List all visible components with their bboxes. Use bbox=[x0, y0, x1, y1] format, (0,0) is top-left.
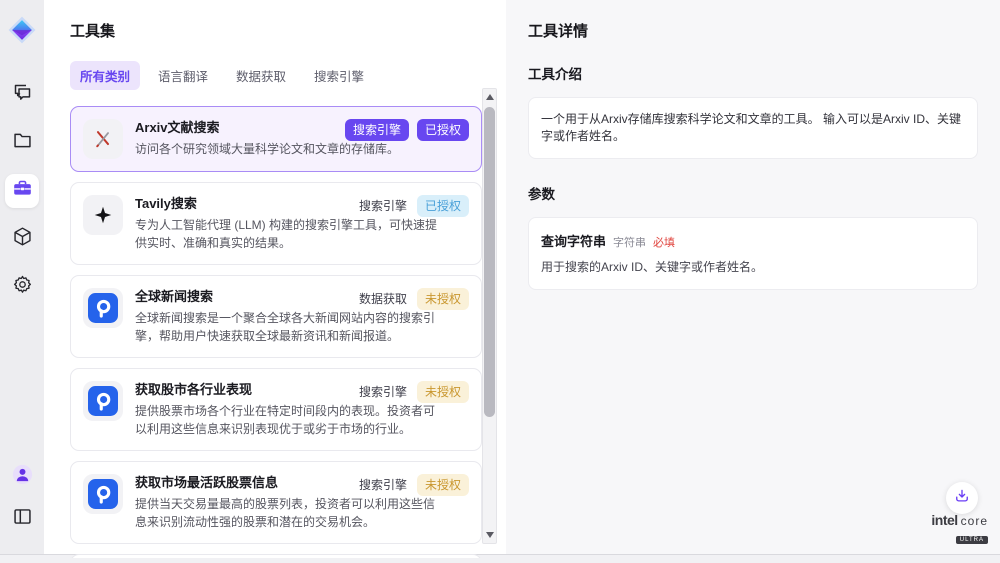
chat-icon bbox=[12, 82, 33, 108]
intro-box: 一个用于从Arxiv存储库搜索科学论文和文章的工具。 输入可以是Arxiv ID… bbox=[528, 97, 978, 159]
tool-description: 专为人工智能代理 (LLM) 构建的搜索引擎工具，可快速提供实时、准确和真实的结… bbox=[135, 216, 437, 252]
intro-heading: 工具介绍 bbox=[528, 63, 978, 83]
tool-auth-badge: 未授权 bbox=[417, 288, 469, 310]
layout-panel-icon bbox=[12, 506, 33, 532]
sidebar-item-settings[interactable] bbox=[5, 270, 39, 304]
core-wordmark: core bbox=[961, 514, 988, 528]
params-heading: 参数 bbox=[528, 183, 978, 203]
search-blue-icon bbox=[83, 381, 123, 421]
search-blue-icon bbox=[83, 288, 123, 328]
scrollbar-up-icon[interactable] bbox=[486, 94, 494, 100]
tool-auth-badge: 未授权 bbox=[417, 381, 469, 403]
tool-description: 提供股票市场各个行业在特定时间段内的表现。投资者可以利用这些信息来识别表现优于或… bbox=[135, 402, 437, 438]
scrollbar-thumb[interactable] bbox=[484, 107, 495, 417]
param-box: 查询字符串 字符串 必填 用于搜索的Arxiv ID、关键字或作者姓名。 bbox=[528, 217, 978, 290]
ultra-badge: ULTRA bbox=[956, 536, 988, 544]
search-blue-icon bbox=[83, 474, 123, 514]
arxiv-icon bbox=[83, 119, 123, 159]
avatar-icon bbox=[12, 464, 33, 490]
sidebar-item-chat[interactable] bbox=[5, 78, 39, 112]
tool-category-badge: 搜索引擎 bbox=[357, 381, 409, 403]
cube-icon bbox=[12, 226, 33, 252]
tool-auth-badge: 已授权 bbox=[417, 119, 469, 141]
intro-text: 一个用于从Arxiv存储库搜索科学论文和文章的工具。 输入可以是Arxiv ID… bbox=[541, 111, 965, 145]
tool-card[interactable]: 获取股市各行业表现 提供股票市场各个行业在特定时间段内的表现。投资者可以利用这些… bbox=[70, 368, 482, 451]
sidebar bbox=[0, 0, 44, 554]
tool-card[interactable]: 万维地区新闻查询 查询具体行政区划内的新闻，快速了解各地新闻动 搜索引擎 未授权 bbox=[70, 554, 482, 558]
download-button[interactable] bbox=[946, 482, 978, 514]
tool-description: 访问各个研究领域大量科学论文和文章的存储库。 bbox=[135, 140, 437, 158]
category-tabs: 所有类别语言翻译数据获取搜索引擎 bbox=[70, 61, 506, 90]
tab-1[interactable]: 语言翻译 bbox=[148, 61, 218, 90]
tab-0[interactable]: 所有类别 bbox=[70, 61, 140, 90]
tavily-icon bbox=[83, 195, 123, 235]
tab-3[interactable]: 搜索引擎 bbox=[304, 61, 374, 90]
app-window: 工具集 所有类别语言翻译数据获取搜索引擎 Arxiv文献搜索 访问各个研究领域大… bbox=[0, 0, 1000, 555]
tool-category-badge: 数据获取 bbox=[357, 288, 409, 310]
tool-card[interactable]: 获取市场最活跃股票信息 提供当天交易量最高的股票列表，投资者可以利用这些信息来识… bbox=[70, 461, 482, 544]
tool-detail-panel: 工具详情 工具介绍 一个用于从Arxiv存储库搜索科学论文和文章的工具。 输入可… bbox=[506, 0, 1000, 554]
tool-list: Arxiv文献搜索 访问各个研究领域大量科学论文和文章的存储库。 搜索引擎 已授… bbox=[70, 106, 482, 558]
tab-2[interactable]: 数据获取 bbox=[226, 61, 296, 90]
param-description: 用于搜索的Arxiv ID、关键字或作者姓名。 bbox=[541, 259, 965, 276]
tool-card[interactable]: 全球新闻搜索 全球新闻搜索是一个聚合全球各大新闻网站内容的搜索引擎，帮助用户快速… bbox=[70, 275, 482, 358]
tool-list-panel: 工具集 所有类别语言翻译数据获取搜索引擎 Arxiv文献搜索 访问各个研究领域大… bbox=[44, 0, 506, 554]
tool-category-badge: 搜索引擎 bbox=[357, 195, 409, 217]
toolbox-icon bbox=[12, 178, 33, 204]
app-logo-diamond-icon bbox=[8, 16, 36, 44]
sidebar-item-models[interactable] bbox=[5, 222, 39, 256]
tool-category-badge: 搜索引擎 bbox=[345, 119, 409, 141]
scrollbar-down-icon[interactable] bbox=[486, 532, 494, 538]
sidebar-item-files[interactable] bbox=[5, 126, 39, 160]
tool-description: 提供当天交易量最高的股票列表，投资者可以利用这些信息来识别流动性强的股票和潜在的… bbox=[135, 495, 437, 531]
list-scrollbar[interactable] bbox=[482, 88, 497, 544]
detail-title: 工具详情 bbox=[528, 20, 978, 41]
tool-auth-badge: 未授权 bbox=[417, 474, 469, 496]
param-required-badge: 必填 bbox=[653, 234, 675, 250]
intel-core-logo: intel core ULTRA bbox=[931, 512, 988, 546]
sidebar-item-tools[interactable] bbox=[5, 174, 39, 208]
tool-card[interactable]: Arxiv文献搜索 访问各个研究领域大量科学论文和文章的存储库。 搜索引擎 已授… bbox=[70, 106, 482, 172]
tool-card[interactable]: Tavily搜索 专为人工智能代理 (LLM) 构建的搜索引擎工具，可快速提供实… bbox=[70, 182, 482, 265]
param-type: 字符串 bbox=[613, 234, 646, 250]
gear-icon bbox=[12, 274, 33, 300]
tool-description: 全球新闻搜索是一个聚合全球各大新闻网站内容的搜索引擎，帮助用户快速获取全球最新资… bbox=[135, 309, 437, 345]
download-icon bbox=[953, 487, 971, 510]
folder-icon bbox=[12, 130, 33, 156]
tool-category-badge: 搜索引擎 bbox=[357, 474, 409, 496]
intel-wordmark: intel bbox=[931, 512, 957, 528]
sidebar-item-toggle-panel[interactable] bbox=[5, 502, 39, 536]
param-name: 查询字符串 bbox=[541, 231, 606, 250]
tool-auth-badge: 已授权 bbox=[417, 195, 469, 217]
sidebar-item-profile[interactable] bbox=[5, 460, 39, 494]
page-title: 工具集 bbox=[70, 20, 506, 41]
